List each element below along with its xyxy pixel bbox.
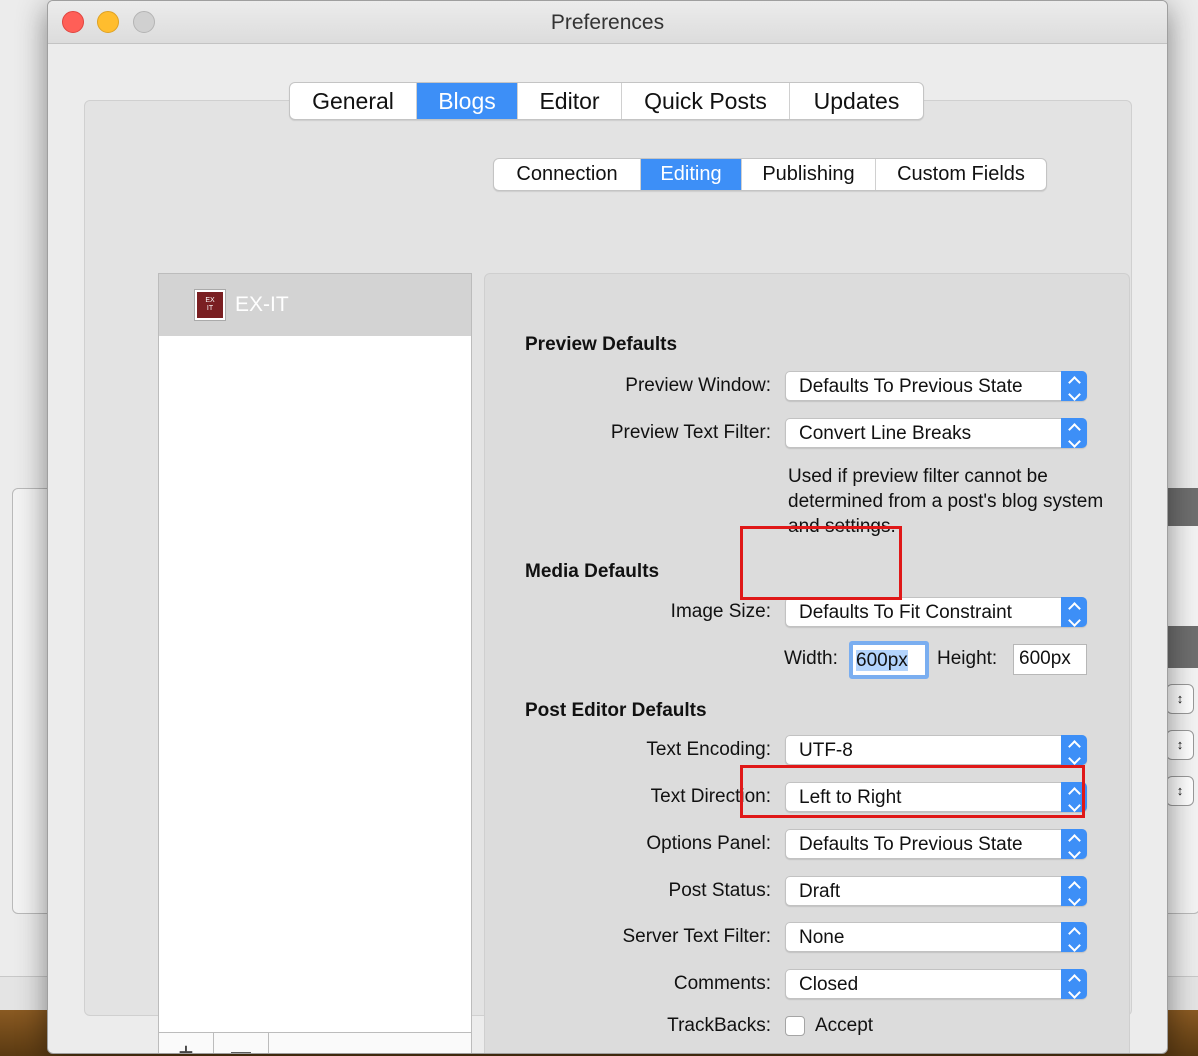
options-panel-row: Options Panel: Defaults To Previous Stat… [485,829,1129,859]
popup-arrows-icon [1061,735,1087,765]
trackbacks-row: TrackBacks: Accept [485,1011,1129,1041]
comments-value: Closed [799,974,859,995]
media-defaults-heading: Media Defaults [525,561,660,582]
post-status-row: Post Status: Draft [485,876,1129,906]
preview-window-label: Preview Window: [625,375,771,396]
post-editor-defaults-heading: Post Editor Defaults [525,700,707,721]
popup-arrows-icon [1061,829,1087,859]
popup-arrows-icon [1061,922,1087,952]
highlight-width-box [740,526,902,600]
blog-list-item[interactable]: EX IT EX-IT [159,274,471,336]
window-title: Preferences [550,11,665,34]
options-panel-value: Defaults To Previous State [799,834,1023,855]
server-filter-row: Server Text Filter: None [485,922,1129,952]
image-size-label: Image Size: [670,601,771,622]
tab-blogs[interactable]: Blogs [417,83,518,119]
trackbacks-accept-label[interactable]: Accept [815,1015,873,1037]
post-status-value: Draft [799,881,841,902]
preview-filter-popup[interactable]: Convert Line Breaks [785,418,1087,448]
comments-label: Comments: [673,973,771,994]
tab-custom-fields[interactable]: Custom Fields [876,159,1046,190]
image-size-row: Image Size: Defaults To Fit Constraint [485,597,1129,627]
width-value: 600px [856,650,908,671]
background-stepper: ↕ [1166,776,1194,806]
add-blog-button[interactable]: + [159,1033,214,1053]
blog-name: EX-IT [235,293,289,316]
blog-icon: EX IT [195,290,225,320]
text-encoding-popup[interactable]: UTF-8 [785,735,1087,765]
editing-settings-panel: Preview Defaults Preview Window: Default… [484,273,1130,1053]
options-panel-popup[interactable]: Defaults To Previous State [785,829,1087,859]
post-status-popup[interactable]: Draft [785,876,1087,906]
tab-editing[interactable]: Editing [641,159,742,190]
popup-arrows-icon [1061,597,1087,627]
tab-quick-posts[interactable]: Quick Posts [622,83,790,119]
preferences-tabs: General Blogs Editor Quick Posts Updates [289,82,924,120]
server-filter-value: None [799,927,845,948]
comments-row: Comments: Closed [485,969,1129,999]
background-stepper: ↕ [1166,684,1194,714]
background-stepper: ↕ [1166,730,1194,760]
tab-updates[interactable]: Updates [790,83,923,119]
blog-settings-tabs: Connection Editing Publishing Custom Fie… [493,158,1047,191]
text-encoding-value: UTF-8 [799,740,853,761]
width-label: Width: [784,648,838,669]
tab-general[interactable]: General [290,83,417,119]
preview-window-value: Defaults To Previous State [799,376,1023,397]
image-size-value: Defaults To Fit Constraint [799,602,1012,623]
title-bar: Preferences [48,1,1167,44]
trackbacks-label: TrackBacks: [667,1015,771,1036]
tab-publishing[interactable]: Publishing [742,159,876,190]
options-panel-label: Options Panel: [646,833,771,854]
preview-filter-label: Preview Text Filter: [610,422,771,443]
comments-popup[interactable]: Closed [785,969,1087,999]
preview-filter-value: Convert Line Breaks [799,423,972,444]
image-size-popup[interactable]: Defaults To Fit Constraint [785,597,1087,627]
post-status-label: Post Status: [668,880,771,901]
trackbacks-checkbox[interactable] [785,1016,805,1036]
width-field[interactable]: 600px [849,641,929,679]
server-filter-popup[interactable]: None [785,922,1087,952]
height-label: Height: [937,648,998,669]
popup-arrows-icon [1061,418,1087,448]
popup-arrows-icon [1061,969,1087,999]
highlight-post-status-box [740,765,1085,818]
popup-arrows-icon [1061,876,1087,906]
preview-window-popup[interactable]: Defaults To Previous State [785,371,1087,401]
height-value: 600px [1019,648,1071,669]
remove-blog-button[interactable]: — [214,1033,269,1053]
server-filter-label: Server Text Filter: [622,926,771,947]
text-encoding-label: Text Encoding: [646,739,771,760]
tab-connection[interactable]: Connection [494,159,641,190]
blogs-pane: EX IT EX-IT + — Preview Defaults Preview … [84,100,1132,1053]
preview-window-row: Preview Window: Defaults To Previous Sta… [485,371,1129,401]
blog-list[interactable]: EX IT EX-IT + — [158,273,472,1053]
height-field[interactable]: 600px [1013,644,1087,675]
tab-editor[interactable]: Editor [518,83,622,119]
preview-defaults-heading: Preview Defaults [525,334,678,355]
preview-filter-row: Preview Text Filter: Convert Line Breaks [485,418,1129,448]
popup-arrows-icon [1061,371,1087,401]
preferences-window: Preferences EX IT EX-IT + — Preview Defau… [47,0,1168,1054]
list-toolbar: + — [159,1032,471,1053]
text-encoding-row: Text Encoding: UTF-8 [485,735,1129,765]
